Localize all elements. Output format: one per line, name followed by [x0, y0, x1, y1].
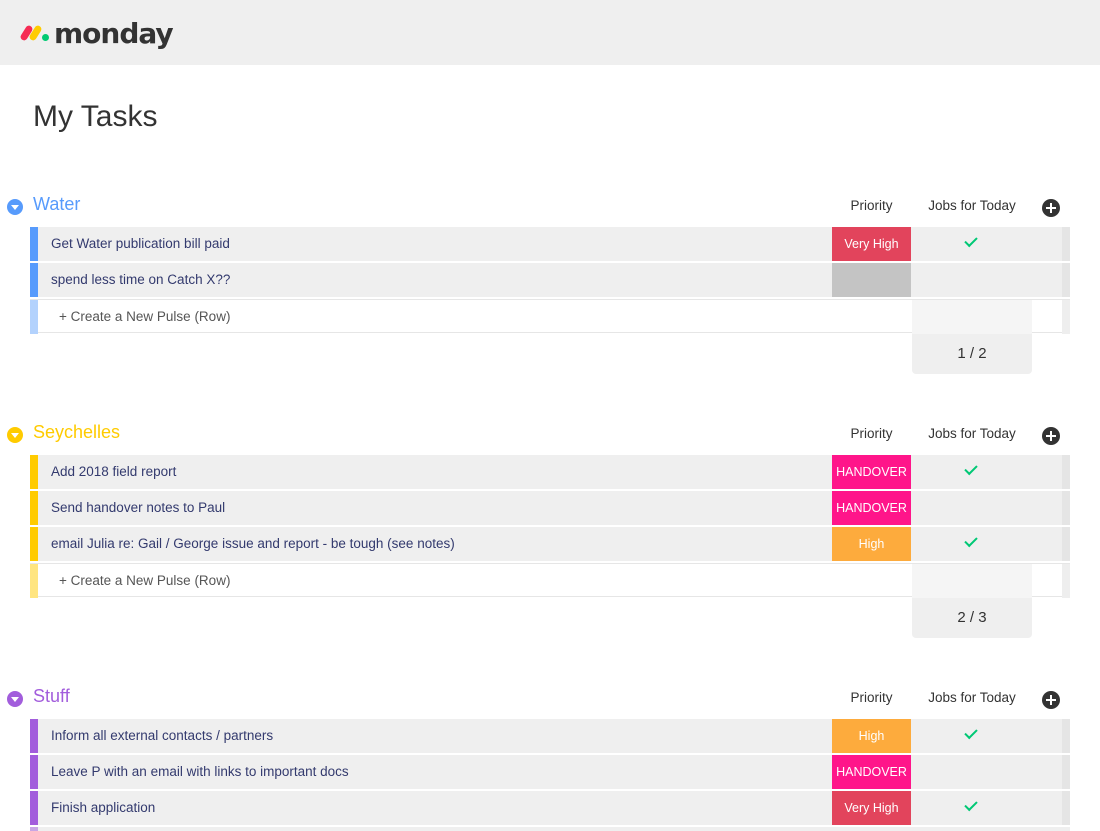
priority-cell[interactable]: High	[832, 719, 911, 753]
table-row-partial[interactable]	[30, 827, 1070, 831]
priority-cell[interactable]: Very High	[832, 791, 911, 825]
table-row[interactable]: email Julia re: Gail / George issue and …	[30, 527, 1070, 561]
column-header-jobs-for-today[interactable]: Jobs for Today	[912, 198, 1032, 213]
empty-cell	[1032, 755, 1062, 789]
priority-cell[interactable]: High	[832, 527, 911, 561]
jobs-cell[interactable]	[912, 791, 1030, 825]
jobs-summary: 1 / 2	[912, 334, 1032, 374]
group-collapse-icon[interactable]	[7, 427, 23, 443]
create-new-pulse-row[interactable]: + Create a New Pulse (Row)	[30, 299, 1070, 334]
row-name[interactable]: Leave P with an email with links to impo…	[51, 764, 349, 779]
add-column-icon[interactable]	[1042, 427, 1060, 445]
row-name[interactable]: spend less time on Catch X??	[51, 272, 230, 287]
table-row[interactable]: Get Water publication bill paid Very Hig…	[30, 227, 1070, 261]
row-end-bar	[1062, 227, 1070, 261]
row-color-strip	[30, 527, 38, 561]
empty-cell	[1032, 227, 1062, 261]
jobs-cell[interactable]	[912, 527, 1030, 561]
table-row[interactable]: Add 2018 field report HANDOVER	[30, 455, 1070, 489]
priority-cell[interactable]: Very High	[832, 227, 911, 261]
monday-logo[interactable]: monday	[19, 16, 174, 50]
column-header-jobs-for-today[interactable]: Jobs for Today	[912, 426, 1032, 441]
table-row[interactable]: Leave P with an email with links to impo…	[30, 755, 1070, 789]
group-title[interactable]: Water	[33, 194, 80, 215]
row-end-bar	[1062, 300, 1070, 334]
top-bar: monday	[0, 0, 1100, 65]
group-collapse-icon[interactable]	[7, 199, 23, 215]
empty-cell	[1032, 791, 1062, 825]
jobs-cell[interactable]	[912, 719, 1030, 753]
jobs-summary: 2 / 3	[912, 598, 1032, 638]
row-color-strip	[30, 491, 38, 525]
column-header-jobs-for-today[interactable]: Jobs for Today	[912, 690, 1032, 705]
checkmark-icon	[964, 461, 978, 476]
empty-cell	[1032, 719, 1062, 753]
group-title[interactable]: Stuff	[33, 686, 70, 707]
create-new-pulse-label[interactable]: + Create a New Pulse (Row)	[59, 573, 230, 588]
row-color-strip	[30, 564, 38, 598]
checkmark-icon	[964, 533, 978, 548]
row-color-strip	[30, 455, 38, 489]
row-color-strip	[30, 300, 38, 334]
table-row[interactable]: Send handover notes to Paul HANDOVER	[30, 491, 1070, 525]
row-end-bar	[1062, 455, 1070, 489]
row-name[interactable]: Get Water publication bill paid	[51, 236, 230, 251]
empty-cell	[1032, 527, 1062, 561]
table-row[interactable]: Finish application Very High	[30, 791, 1070, 825]
row-end-bar	[1062, 491, 1070, 525]
checkmark-icon	[964, 233, 978, 248]
priority-cell[interactable]: HANDOVER	[832, 755, 911, 789]
group-title[interactable]: Seychelles	[33, 422, 120, 443]
empty-cell	[1032, 491, 1062, 525]
row-end-bar	[1062, 564, 1070, 598]
row-name[interactable]: Add 2018 field report	[51, 464, 176, 479]
monday-logo-icon	[19, 23, 50, 43]
empty-cell	[912, 300, 1032, 334]
table-row[interactable]: Inform all external contacts / partners …	[30, 719, 1070, 753]
jobs-cell[interactable]	[912, 263, 1030, 297]
column-header-priority[interactable]: Priority	[832, 198, 911, 213]
create-new-pulse-row[interactable]: + Create a New Pulse (Row)	[30, 563, 1070, 598]
checkmark-icon	[964, 725, 978, 740]
row-end-bar	[1062, 527, 1070, 561]
row-name[interactable]: Inform all external contacts / partners	[51, 728, 273, 743]
row-color-strip	[30, 755, 38, 789]
jobs-cell[interactable]	[912, 491, 1030, 525]
row-name[interactable]: Send handover notes to Paul	[51, 500, 225, 515]
empty-cell	[1032, 455, 1062, 489]
priority-cell[interactable]: HANDOVER	[832, 491, 911, 525]
column-header-priority[interactable]: Priority	[832, 690, 911, 705]
row-color-strip	[30, 263, 38, 297]
row-end-bar	[1062, 263, 1070, 297]
priority-cell[interactable]	[832, 263, 911, 297]
row-color-strip	[30, 827, 38, 831]
row-color-strip	[30, 227, 38, 261]
row-name[interactable]: Finish application	[51, 800, 155, 815]
add-column-icon[interactable]	[1042, 199, 1060, 217]
empty-cell	[912, 564, 1032, 598]
row-name[interactable]: email Julia re: Gail / George issue and …	[51, 536, 455, 551]
priority-cell[interactable]: HANDOVER	[832, 455, 911, 489]
jobs-cell[interactable]	[912, 227, 1030, 261]
checkmark-icon	[964, 797, 978, 812]
page-title: My Tasks	[33, 100, 158, 133]
create-new-pulse-label[interactable]: + Create a New Pulse (Row)	[59, 309, 230, 324]
group-collapse-icon[interactable]	[7, 691, 23, 707]
empty-cell	[1032, 263, 1062, 297]
row-color-strip	[30, 791, 38, 825]
row-color-strip	[30, 719, 38, 753]
row-end-bar	[1062, 755, 1070, 789]
add-column-icon[interactable]	[1042, 691, 1060, 709]
column-header-priority[interactable]: Priority	[832, 426, 911, 441]
table-row[interactable]: spend less time on Catch X??	[30, 263, 1070, 297]
row-end-bar	[1062, 791, 1070, 825]
jobs-cell[interactable]	[912, 755, 1030, 789]
row-end-bar	[1062, 719, 1070, 753]
logo-text: monday	[54, 16, 174, 50]
jobs-cell[interactable]	[912, 455, 1030, 489]
